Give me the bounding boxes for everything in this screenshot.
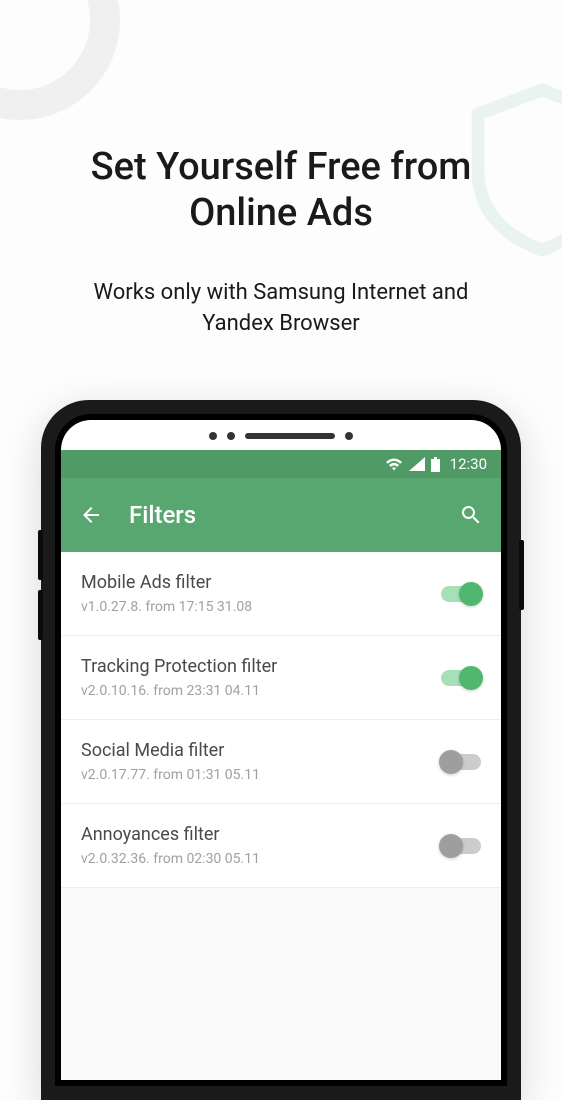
- app-bar-title: Filters: [129, 501, 433, 529]
- app-bar: Filters: [61, 478, 501, 552]
- filter-toggle[interactable]: [441, 754, 481, 770]
- filter-title: Social Media filter: [81, 740, 429, 761]
- phone-volume-down-button: [38, 590, 43, 640]
- list-item[interactable]: Tracking Protection filter v2.0.10.16. f…: [61, 636, 501, 720]
- status-time: 12:30: [450, 455, 487, 473]
- filter-toggle[interactable]: [441, 586, 481, 602]
- cellular-signal-icon: [409, 457, 425, 471]
- battery-icon: [431, 457, 440, 472]
- decorative-ring: [0, 0, 120, 120]
- filter-toggle[interactable]: [441, 838, 481, 854]
- filter-subtitle: v2.0.10.16. from 23:31 04.11: [81, 683, 429, 699]
- status-bar: 12:30: [61, 450, 501, 478]
- list-item[interactable]: Social Media filter v2.0.17.77. from 01:…: [61, 720, 501, 804]
- arrow-left-icon: [79, 503, 103, 527]
- filter-title: Mobile Ads filter: [81, 572, 429, 593]
- phone-sensors: [61, 420, 501, 450]
- filter-subtitle: v2.0.17.77. from 01:31 05.11: [81, 767, 429, 783]
- phone-power-button: [519, 540, 524, 610]
- phone-volume-up-button: [38, 530, 43, 580]
- back-button[interactable]: [79, 503, 103, 527]
- search-icon: [459, 503, 483, 527]
- filter-title: Annoyances filter: [81, 824, 429, 845]
- promo-headline: Set Yourself Free from Online Ads: [0, 145, 562, 236]
- filter-subtitle: v1.0.27.8. from 17:15 31.08: [81, 599, 429, 615]
- filter-toggle[interactable]: [441, 670, 481, 686]
- filter-subtitle: v2.0.32.36. from 02:30 05.11: [81, 851, 429, 867]
- filter-title: Tracking Protection filter: [81, 656, 429, 677]
- search-button[interactable]: [459, 503, 483, 527]
- phone-mockup: 12:30 Filters Mobile Ads filter v1.0.27.…: [41, 400, 521, 1100]
- wifi-icon: [385, 457, 403, 471]
- promo-subheadline: Works only with Samsung Internet and Yan…: [0, 278, 562, 340]
- list-item[interactable]: Mobile Ads filter v1.0.27.8. from 17:15 …: [61, 552, 501, 636]
- list-item[interactable]: Annoyances filter v2.0.32.36. from 02:30…: [61, 804, 501, 888]
- filter-list[interactable]: Mobile Ads filter v1.0.27.8. from 17:15 …: [61, 552, 501, 1080]
